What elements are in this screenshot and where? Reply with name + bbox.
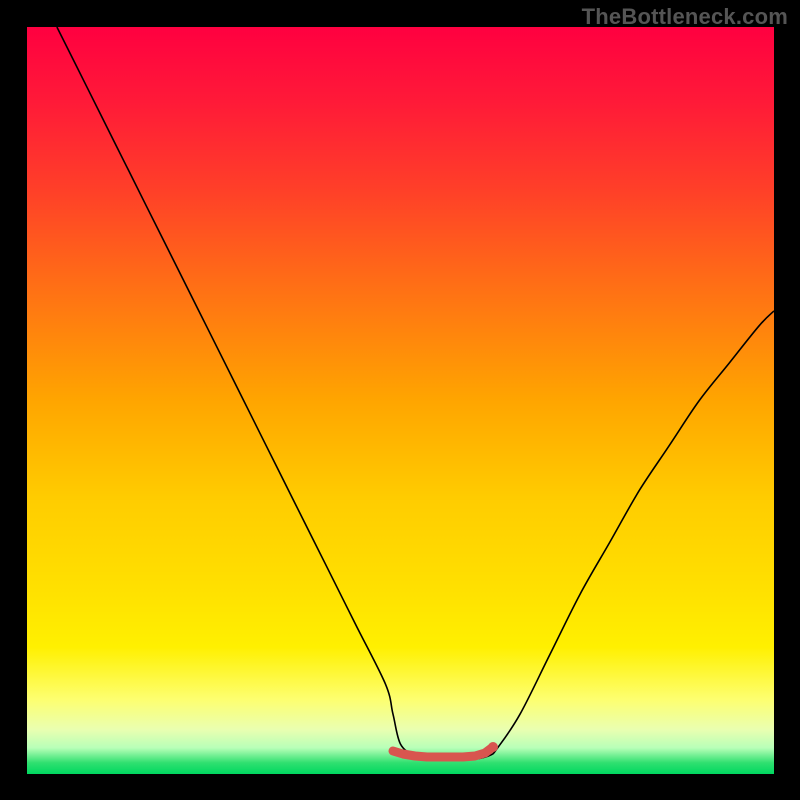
watermark-text: TheBottleneck.com — [582, 4, 788, 30]
valley-marker-dot — [488, 742, 498, 752]
gradient-background — [27, 27, 774, 774]
chart-plot — [27, 27, 774, 774]
chart-frame: TheBottleneck.com — [0, 0, 800, 800]
